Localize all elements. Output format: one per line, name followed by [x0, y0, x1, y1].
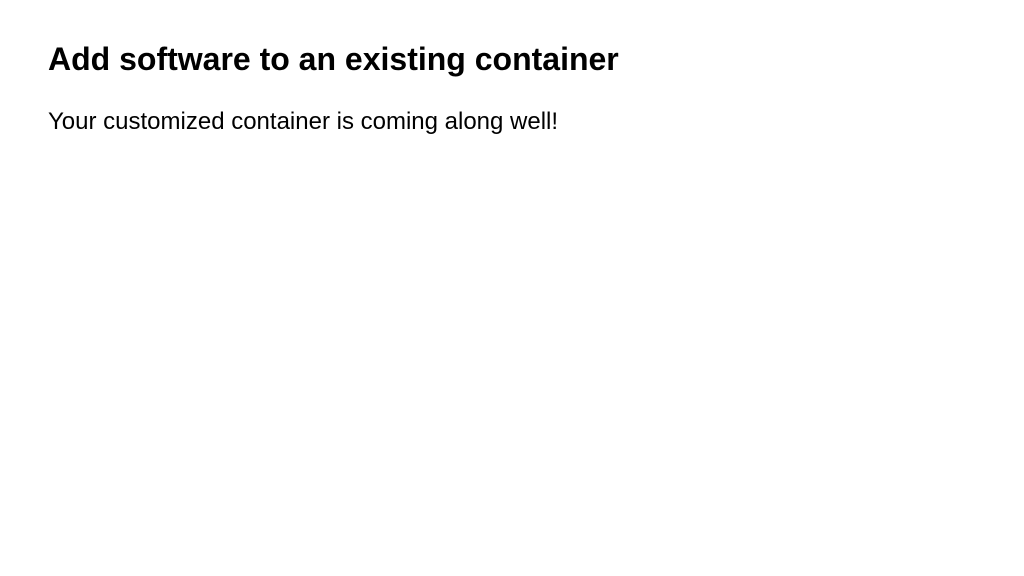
page-heading: Add software to an existing container — [48, 40, 976, 78]
body-text: Your customized container is coming alon… — [48, 106, 976, 137]
